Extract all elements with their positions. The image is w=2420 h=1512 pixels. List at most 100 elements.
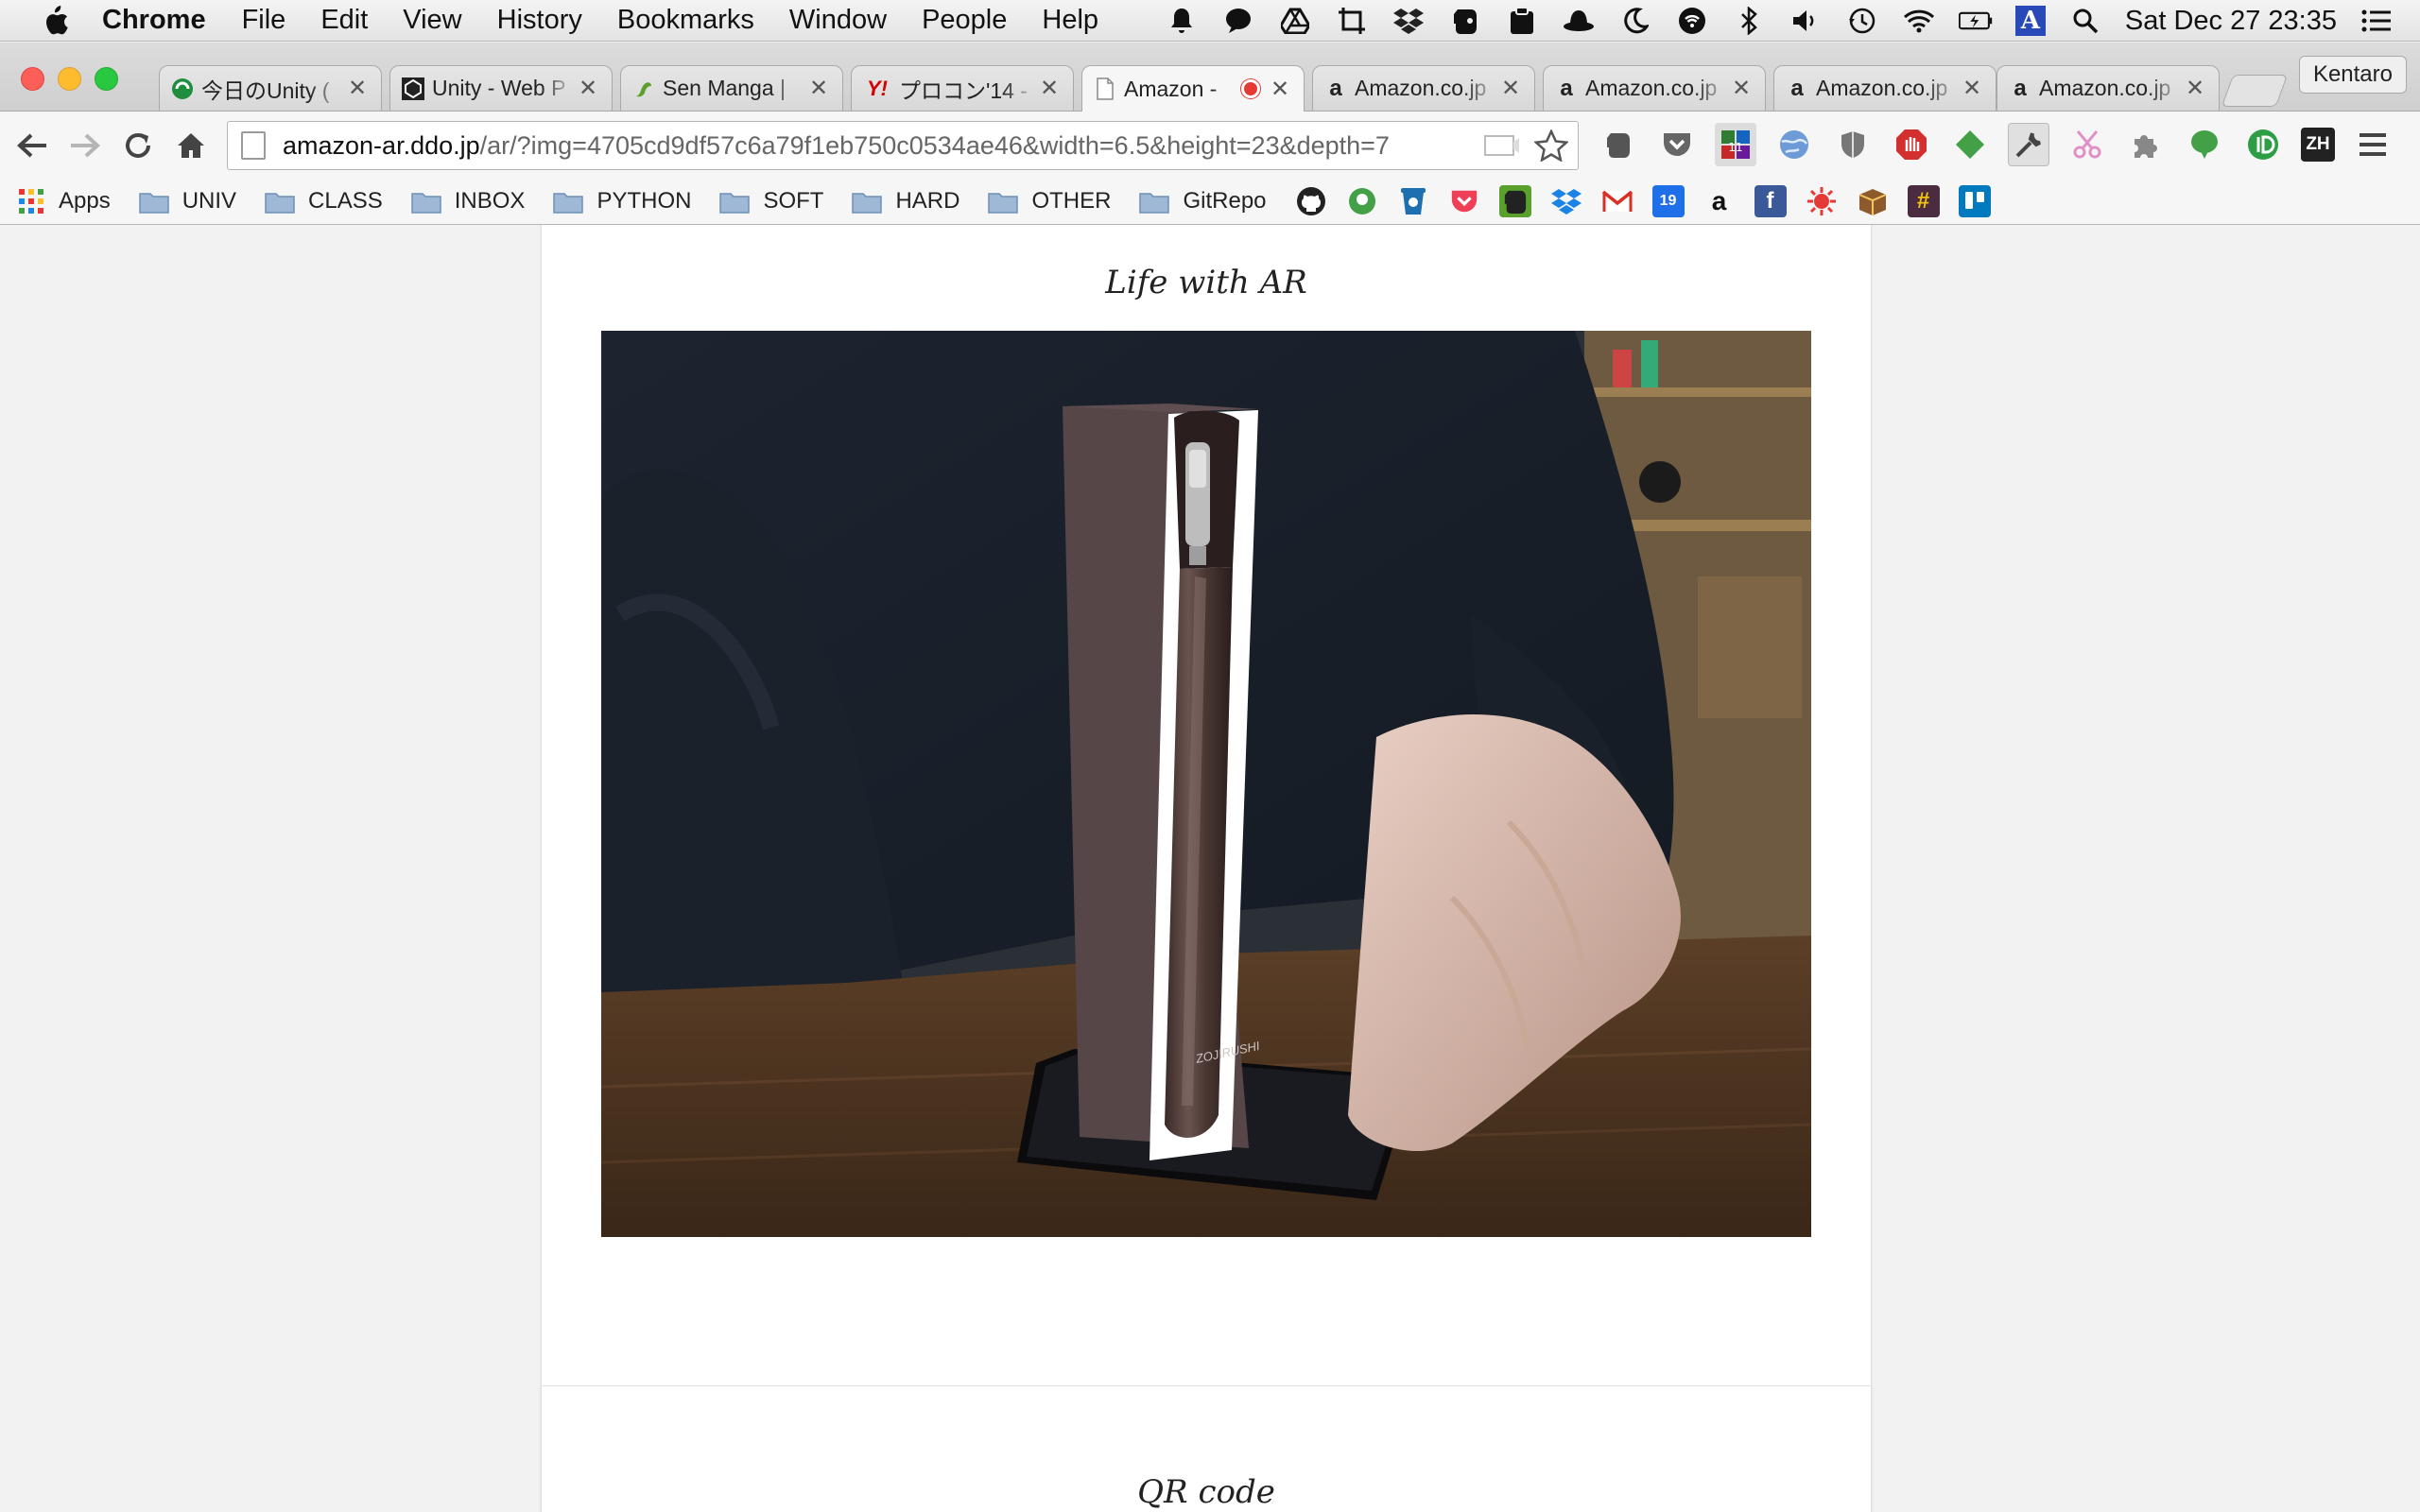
menu-file[interactable]: File [242, 5, 286, 36]
red-sun-icon[interactable] [1806, 185, 1838, 217]
hat-icon[interactable] [1562, 4, 1596, 38]
scissors-icon[interactable] [2066, 123, 2108, 166]
evernote-web-clipper-icon[interactable] [1598, 123, 1639, 166]
bookmark-folder-hard[interactable]: HARD [852, 188, 959, 215]
window-close-button[interactable] [21, 67, 44, 91]
pocket-icon[interactable] [1656, 123, 1698, 166]
spotlight-search-icon[interactable] [2068, 4, 2102, 38]
tab-close-icon[interactable]: ✕ [345, 75, 370, 102]
window-zoom-button[interactable] [95, 67, 118, 91]
new-tab-button[interactable] [2221, 75, 2289, 107]
page-info-icon[interactable] [241, 131, 266, 160]
hashtag-icon[interactable]: # [1907, 185, 1940, 217]
bookmark-folder-other[interactable]: OTHER [988, 188, 1111, 215]
cast-icon[interactable] [1483, 131, 1521, 166]
page-viewport[interactable]: Life with AR ZOJIRUSHI QR code [0, 225, 2420, 1512]
puzzle-piece-icon[interactable] [2125, 123, 2167, 166]
wifi-icon[interactable] [1902, 4, 1936, 38]
tab-close-icon[interactable]: ✕ [806, 75, 831, 102]
volume-icon[interactable] [1789, 4, 1823, 38]
tab-close-icon[interactable]: ✕ [576, 75, 600, 102]
bookmark-folder-soft[interactable]: SOFT [719, 188, 823, 215]
zh-extension-icon[interactable]: ZH [2301, 128, 2335, 162]
tab-amazon-4[interactable]: a Amazon.co.jp ✕ [1996, 65, 2220, 111]
dropbox-icon[interactable] [1392, 4, 1426, 38]
menu-bar-clock[interactable]: Sat Dec 27 23:35 [2125, 6, 2337, 37]
battery-charging-icon[interactable] [1958, 4, 1993, 38]
notification-bell-icon[interactable] [1165, 4, 1199, 38]
green-id-icon[interactable] [2242, 123, 2284, 166]
stop-hand-icon[interactable] [1891, 123, 1932, 166]
tab-close-icon[interactable]: ✕ [1498, 75, 1523, 102]
box-icon[interactable] [1857, 185, 1889, 217]
tab-unity-today[interactable]: 今日のUnity ( ✕ [159, 65, 382, 111]
wifi-circle-icon[interactable] [1675, 4, 1709, 38]
input-source-icon[interactable]: A [2014, 6, 2046, 36]
green-bookmark-icon[interactable] [1346, 185, 1378, 217]
developer-tools-wrench-icon[interactable] [2008, 123, 2049, 166]
window-minimize-button[interactable] [58, 67, 81, 91]
tab-close-icon[interactable]: ✕ [1037, 75, 1062, 102]
menu-people[interactable]: People [922, 5, 1007, 36]
moon-icon[interactable] [1618, 4, 1652, 38]
tab-amazon-ar-active[interactable]: Amazon - ✕ [1081, 65, 1305, 112]
amazon-icon: a [1560, 75, 1573, 101]
address-bar[interactable]: amazon-ar.ddo.jp /ar/?img=4705cd9df57c6a… [227, 121, 1579, 170]
dropbox-bookmark-icon[interactable] [1550, 185, 1582, 217]
pocket-bookmark-icon[interactable] [1448, 185, 1480, 217]
home-button[interactable] [170, 125, 212, 166]
time-machine-icon[interactable] [1845, 4, 1879, 38]
bluetooth-icon[interactable] [1732, 4, 1766, 38]
crop-icon[interactable] [1335, 4, 1369, 38]
google-drive-icon[interactable] [1278, 4, 1312, 38]
cup-icon[interactable] [1397, 185, 1429, 217]
tab-title: Amazon - [1124, 76, 1218, 101]
amazon-bookmark-icon[interactable]: a [1703, 185, 1736, 217]
clipboard-icon[interactable] [1505, 4, 1539, 38]
chat-bubble-icon[interactable] [1221, 4, 1255, 38]
menu-app-name[interactable]: Chrome [102, 5, 206, 36]
tab-amazon-2[interactable]: a Amazon.co.jp ✕ [1543, 65, 1766, 111]
bookmark-folder-inbox[interactable]: INBOX [411, 188, 525, 215]
gmail-icon[interactable] [1601, 185, 1634, 217]
tab-sen-manga[interactable]: Sen Manga | ✕ [620, 65, 843, 111]
github-icon[interactable] [1295, 185, 1327, 217]
profile-button[interactable]: Kentaro [2298, 56, 2407, 94]
green-tag-icon[interactable] [1949, 123, 1991, 166]
bookmark-star-icon[interactable] [1533, 128, 1569, 168]
google-calendar-icon[interactable]: 19 [1651, 185, 1685, 217]
menu-edit[interactable]: Edit [320, 5, 368, 36]
colorful-extension-icon[interactable]: 11 [1715, 123, 1756, 166]
menu-help[interactable]: Help [1042, 5, 1098, 36]
bookmark-folder-univ[interactable]: UNIV [138, 188, 236, 215]
tab-amazon-1[interactable]: a Amazon.co.jp ✕ [1312, 65, 1535, 111]
facebook-icon[interactable]: f [1754, 185, 1787, 217]
shield-icon[interactable] [1832, 123, 1874, 166]
evernote-bookmark-icon[interactable] [1498, 185, 1531, 217]
tab-unity-web[interactable]: Unity - Web P ✕ [389, 65, 613, 111]
back-button[interactable] [11, 125, 53, 166]
reload-button[interactable] [117, 125, 159, 166]
tab-close-icon[interactable]: ✕ [1960, 75, 1984, 102]
bookmark-folder-class[interactable]: CLASS [265, 188, 383, 215]
bookmark-folder-gitrepo[interactable]: GitRepo [1139, 188, 1267, 215]
apple-menu-icon[interactable] [36, 5, 74, 37]
tab-procon[interactable]: Y! プロコン'14 - ✕ [851, 65, 1074, 111]
green-speech-icon[interactable] [2184, 123, 2225, 166]
tab-close-icon[interactable]: ✕ [2183, 75, 2207, 102]
bookmark-apps[interactable]: Apps [15, 185, 111, 217]
tab-amazon-3[interactable]: a Amazon.co.jp ✕ [1773, 65, 1996, 111]
evernote-icon[interactable] [1448, 4, 1482, 38]
tab-close-icon[interactable]: ✕ [1729, 75, 1754, 102]
menu-window[interactable]: Window [789, 5, 887, 36]
trello-icon[interactable] [1958, 185, 1991, 217]
tab-close-icon[interactable]: ✕ [1268, 76, 1292, 103]
menu-view[interactable]: View [403, 5, 461, 36]
forward-button[interactable] [64, 125, 106, 166]
bookmark-folder-python[interactable]: PYTHON [553, 188, 691, 215]
globe-extension-icon[interactable] [1773, 123, 1815, 166]
chrome-menu-icon[interactable] [2352, 123, 2394, 166]
menu-history[interactable]: History [497, 5, 582, 36]
menu-bookmarks[interactable]: Bookmarks [617, 5, 754, 36]
notification-center-icon[interactable] [2360, 4, 2394, 38]
